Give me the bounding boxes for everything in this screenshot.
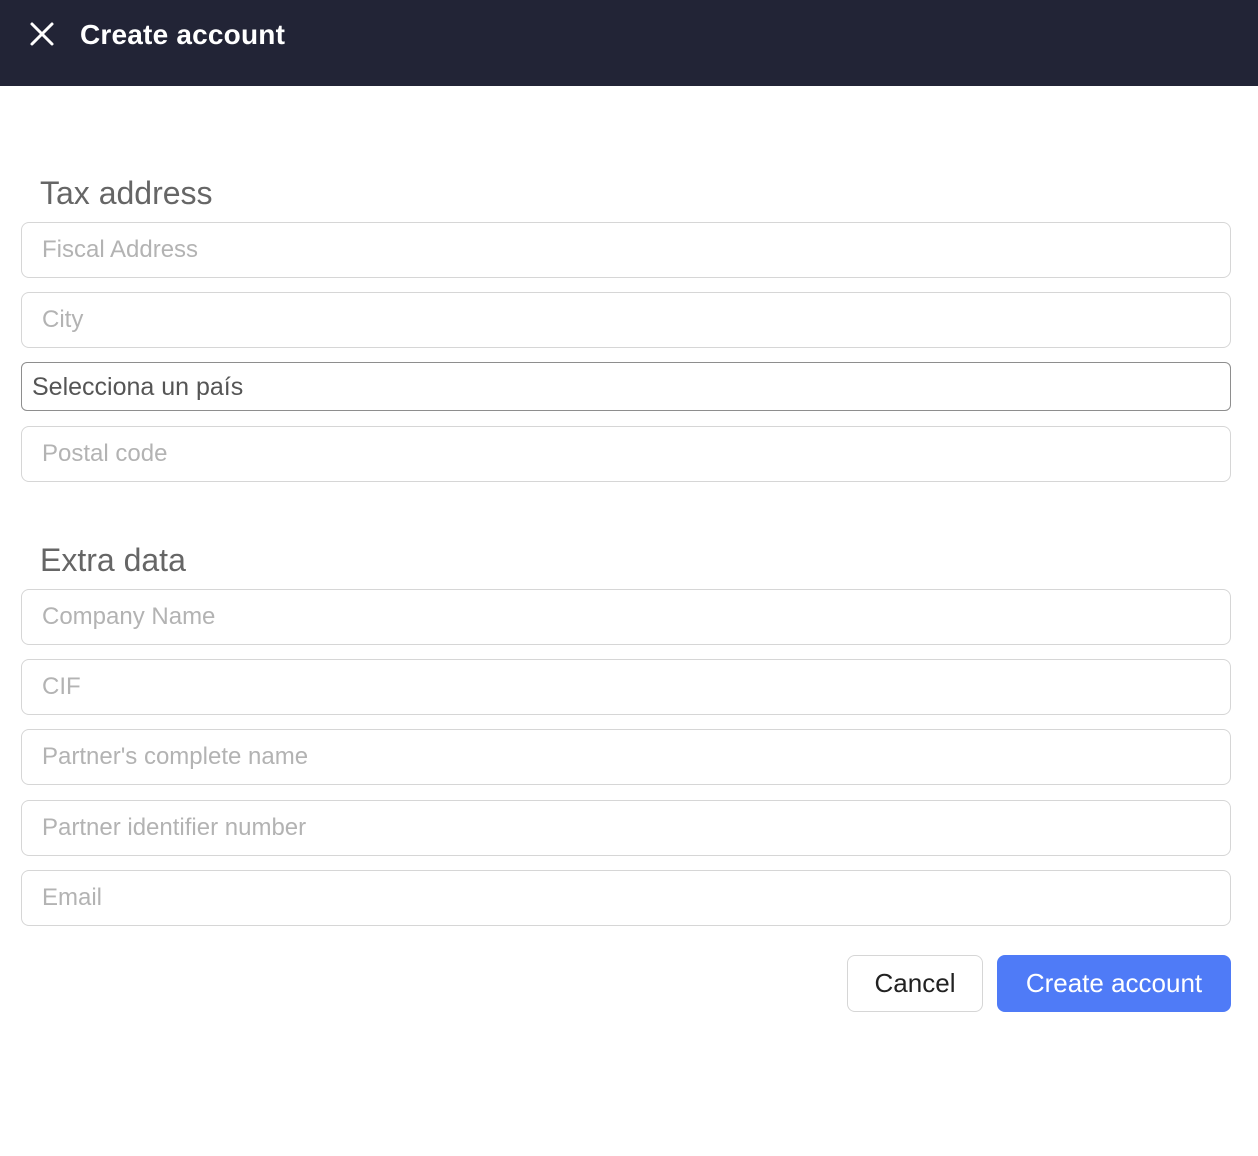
cancel-button[interactable]: Cancel [847,955,983,1012]
fiscal-address-field[interactable] [21,222,1231,278]
partner-id-field[interactable] [21,800,1231,856]
country-select[interactable]: Selecciona un país [21,362,1231,411]
company-name-field[interactable] [21,589,1231,645]
page-title: Create account [80,19,286,50]
partner-name-field[interactable] [21,729,1231,785]
postal-code-field[interactable] [21,426,1231,482]
close-button[interactable] [24,16,60,52]
cif-field[interactable] [21,659,1231,715]
company-name-input[interactable] [22,590,1230,644]
city-field[interactable] [21,292,1231,348]
extra-data-heading: Extra data [40,542,186,578]
email-field[interactable] [21,870,1231,926]
partner-id-input[interactable] [22,801,1230,855]
email-input[interactable] [22,871,1230,925]
cif-input[interactable] [22,660,1230,714]
postal-code-input[interactable] [22,427,1230,481]
partner-name-input[interactable] [22,730,1230,784]
close-icon [24,16,60,52]
tax-address-heading: Tax address [40,175,213,211]
city-input[interactable] [22,293,1230,347]
header-bar: Create account [0,0,1258,86]
fiscal-address-input[interactable] [22,223,1230,277]
create-account-button[interactable]: Create account [997,955,1231,1012]
country-select-value: Selecciona un país [32,373,244,401]
